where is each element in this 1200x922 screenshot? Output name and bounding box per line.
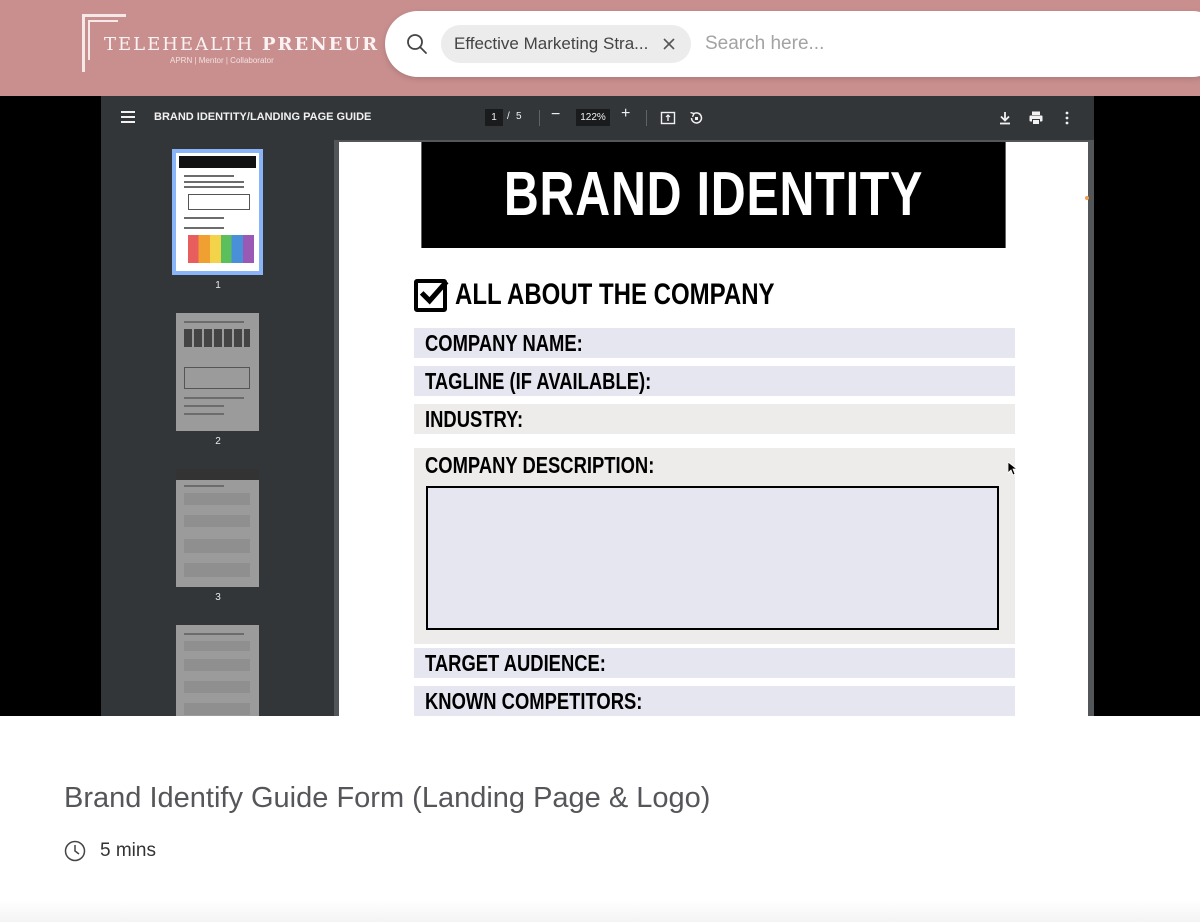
field-label: KNOWN COMPETITORS: — [425, 688, 643, 714]
zoom-out-button[interactable]: − — [551, 106, 560, 124]
download-icon[interactable] — [997, 110, 1013, 126]
pdf-page: BRAND IDENTITY GUIDE FORM ALL ABOUT THE … — [339, 142, 1088, 716]
status-dot — [1085, 196, 1089, 200]
thumbnail-color-swatches — [188, 235, 254, 263]
company-description-block: COMPANY DESCRIPTION: — [414, 448, 1015, 644]
thumbnail-box — [188, 194, 250, 210]
thumbnail-field — [184, 659, 250, 671]
form-banner-title: BRAND IDENTITY GUIDE FORM — [421, 142, 1006, 335]
mouse-cursor-icon — [1008, 462, 1018, 476]
thumbnail-field — [184, 563, 250, 577]
section-heading: ALL ABOUT THE COMPANY — [414, 277, 854, 313]
field-label: COMPANY DESCRIPTION: — [425, 452, 655, 478]
thumbnail-number: 1 — [215, 280, 221, 291]
thumbnail-field — [184, 641, 250, 651]
page-bottom-edge — [0, 900, 1200, 922]
checkbox-icon — [414, 278, 449, 312]
toolbar-divider — [646, 110, 647, 126]
video-frame[interactable]: BRAND IDENTITY/LANDING PAGE GUIDE 1 / 5 … — [0, 96, 1200, 716]
duration-label: 5 mins — [100, 840, 156, 861]
search-bar[interactable]: Effective Marketing Stra... — [385, 11, 1200, 77]
page-thumbnail[interactable] — [172, 149, 263, 275]
logo-tagline: APRN | Mentor | Collaborator — [170, 56, 274, 65]
page-separator: / — [507, 111, 510, 122]
thumbnail-line — [184, 413, 224, 415]
brand-logo[interactable]: TELEHEALTH PRENEUR APRN | Mentor | Colla… — [82, 14, 377, 74]
rotate-icon[interactable] — [688, 110, 704, 126]
toolbar-divider — [539, 110, 540, 126]
target-audience-field[interactable]: TARGET AUDIENCE: — [414, 648, 1015, 678]
thumbnail-field — [184, 703, 250, 715]
menu-icon[interactable] — [121, 111, 135, 123]
section-title: ALL ABOUT THE COMPANY — [455, 278, 775, 311]
page-thumbnail[interactable] — [176, 625, 259, 716]
field-label: TARGET AUDIENCE: — [425, 650, 606, 676]
pdf-toolbar: BRAND IDENTITY/LANDING PAGE GUIDE 1 / 5 … — [101, 96, 1094, 140]
thumbnail-banner — [179, 156, 256, 168]
thumbnail-sidebar: 1 2 3 — [101, 140, 334, 716]
thumbnail-number: 2 — [215, 436, 221, 447]
search-filter-chip[interactable]: Effective Marketing Stra... — [441, 25, 691, 63]
total-pages: 5 — [516, 111, 522, 122]
thumbnail-number: 3 — [215, 592, 221, 603]
search-input[interactable] — [705, 25, 1105, 63]
lesson-title: Brand Identify Guide Form (Landing Page … — [64, 782, 711, 814]
lesson-duration: 5 mins — [64, 840, 156, 862]
thumbnail-line — [184, 633, 244, 635]
logo-title-bold: PRENEUR — [262, 34, 380, 55]
field-label: INDUSTRY: — [425, 406, 524, 432]
zoom-in-button[interactable]: + — [621, 105, 630, 123]
pdf-viewer: BRAND IDENTITY/LANDING PAGE GUIDE 1 / 5 … — [101, 96, 1094, 716]
thumbnail-line — [184, 405, 224, 407]
thumbnail-line — [184, 321, 244, 323]
thumbnail-line — [184, 227, 224, 229]
tagline-field[interactable]: TAGLINE (IF AVAILABLE): — [414, 366, 1015, 396]
clock-icon — [64, 840, 86, 862]
logo-title-light: TELEHEALTH — [104, 34, 255, 55]
thumbnail-line — [184, 175, 234, 177]
site-header: TELEHEALTH PRENEUR APRN | Mentor | Colla… — [0, 0, 1200, 96]
company-name-field[interactable]: COMPANY NAME: — [414, 328, 1015, 358]
company-description-field[interactable] — [426, 486, 999, 630]
fit-page-icon[interactable] — [660, 110, 676, 126]
thumbnail-field — [184, 681, 250, 693]
page-thumbnail[interactable] — [176, 469, 259, 587]
thumbnail-line — [184, 397, 244, 399]
more-vert-icon[interactable] — [1059, 110, 1075, 126]
thumbnail-line — [184, 186, 244, 188]
thumbnail-field — [184, 539, 250, 553]
field-label: COMPANY NAME: — [425, 330, 583, 356]
close-icon[interactable] — [661, 36, 677, 52]
print-icon[interactable] — [1028, 110, 1044, 126]
field-label: TAGLINE (IF AVAILABLE): — [425, 368, 652, 394]
chip-label: Effective Marketing Stra... — [454, 34, 649, 53]
page-thumbnail[interactable] — [176, 313, 259, 431]
thumbnail-box — [184, 367, 250, 389]
thumbnail-field — [184, 515, 250, 527]
known-competitors-field[interactable]: KNOWN COMPETITORS: — [414, 686, 1015, 716]
zoom-level-input[interactable]: 122% — [576, 109, 610, 126]
document-title: BRAND IDENTITY/LANDING PAGE GUIDE — [154, 111, 372, 123]
logo-title: TELEHEALTH PRENEUR — [104, 34, 379, 55]
thumbnail-line — [184, 485, 224, 487]
page-number-input[interactable]: 1 — [485, 109, 503, 126]
thumbnail-banner — [176, 469, 259, 480]
thumbnail-line — [184, 217, 224, 219]
thumbnail-field — [184, 493, 250, 505]
search-icon[interactable] — [405, 32, 429, 56]
thumbnail-line — [184, 181, 244, 183]
industry-field[interactable]: INDUSTRY: — [414, 404, 1015, 434]
thumbnail-table — [184, 329, 250, 347]
